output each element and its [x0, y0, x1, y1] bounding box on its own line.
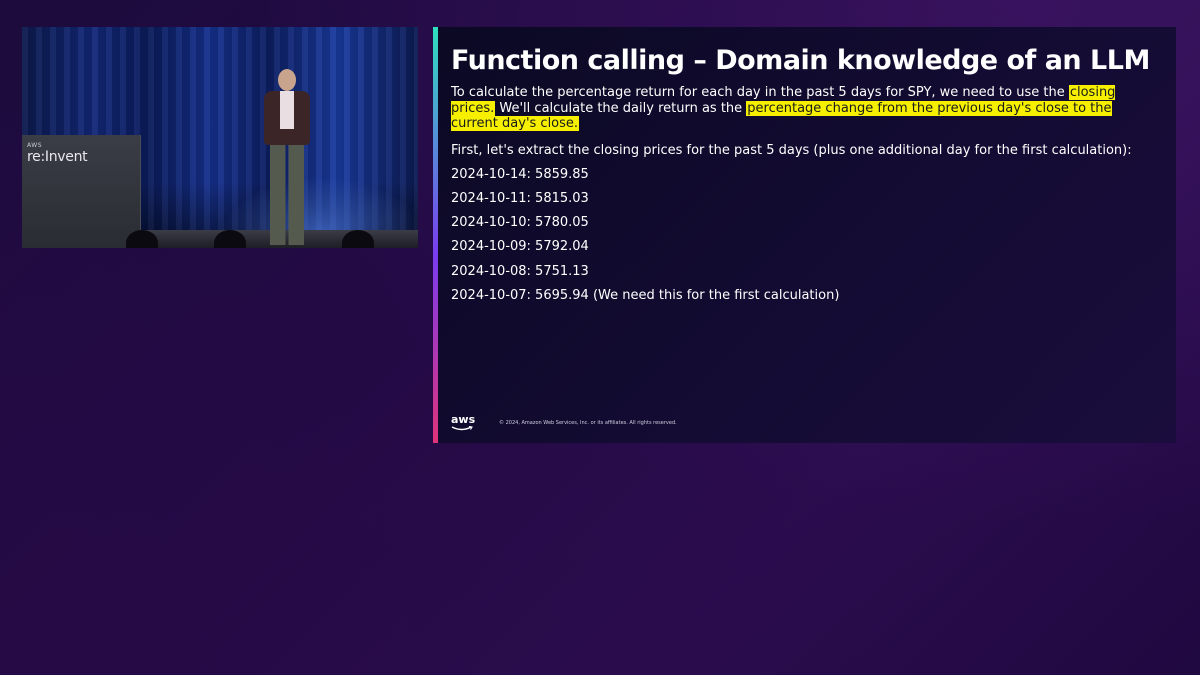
presentation-slide: Function calling – Domain knowledge of a… [433, 27, 1176, 443]
list-item: 2024-10-14: 5859.85 [451, 166, 589, 182]
list-item: 2024-10-10: 5780.05 [451, 215, 589, 231]
intro-text: To calculate the percentage return for e… [451, 85, 1069, 100]
slide-body: To calculate the percentage return for e… [451, 85, 1151, 312]
intro-text-2: We'll calculate the daily return as the [495, 100, 747, 116]
intro-paragraph: To calculate the percentage return for e… [451, 85, 1151, 132]
speaker-video-feed: AWS re:Invent [22, 27, 418, 248]
list-item: 2024-10-11: 5815.03 [451, 190, 589, 206]
aws-logo: aws [451, 414, 475, 431]
aws-smile-icon [451, 426, 473, 431]
list-item: 2024-10-08: 5751.13 [451, 263, 589, 279]
aws-logo-text: aws [451, 413, 476, 426]
extract-instruction: First, let's extract the closing prices … [451, 142, 1132, 158]
list-item: 2024-10-09: 5792.04 [451, 239, 589, 255]
podium-logo-text: re:Invent [27, 149, 88, 165]
podium: AWS re:Invent [22, 135, 141, 248]
slide-accent-bar [433, 27, 438, 443]
presenter [258, 69, 318, 247]
closing-price-list: 2024-10-14: 5859.85 2024-10-11: 5815.03 … [451, 167, 1151, 304]
reinvent-logo: AWS re:Invent [27, 143, 88, 165]
slide-footer: aws © 2024, Amazon Web Services, Inc. or… [451, 414, 677, 431]
copyright-notice: © 2024, Amazon Web Services, Inc. or its… [499, 419, 677, 426]
list-item: 2024-10-07: 5695.94 (We need this for th… [451, 287, 840, 303]
slide-title: Function calling – Domain knowledge of a… [451, 45, 1150, 76]
